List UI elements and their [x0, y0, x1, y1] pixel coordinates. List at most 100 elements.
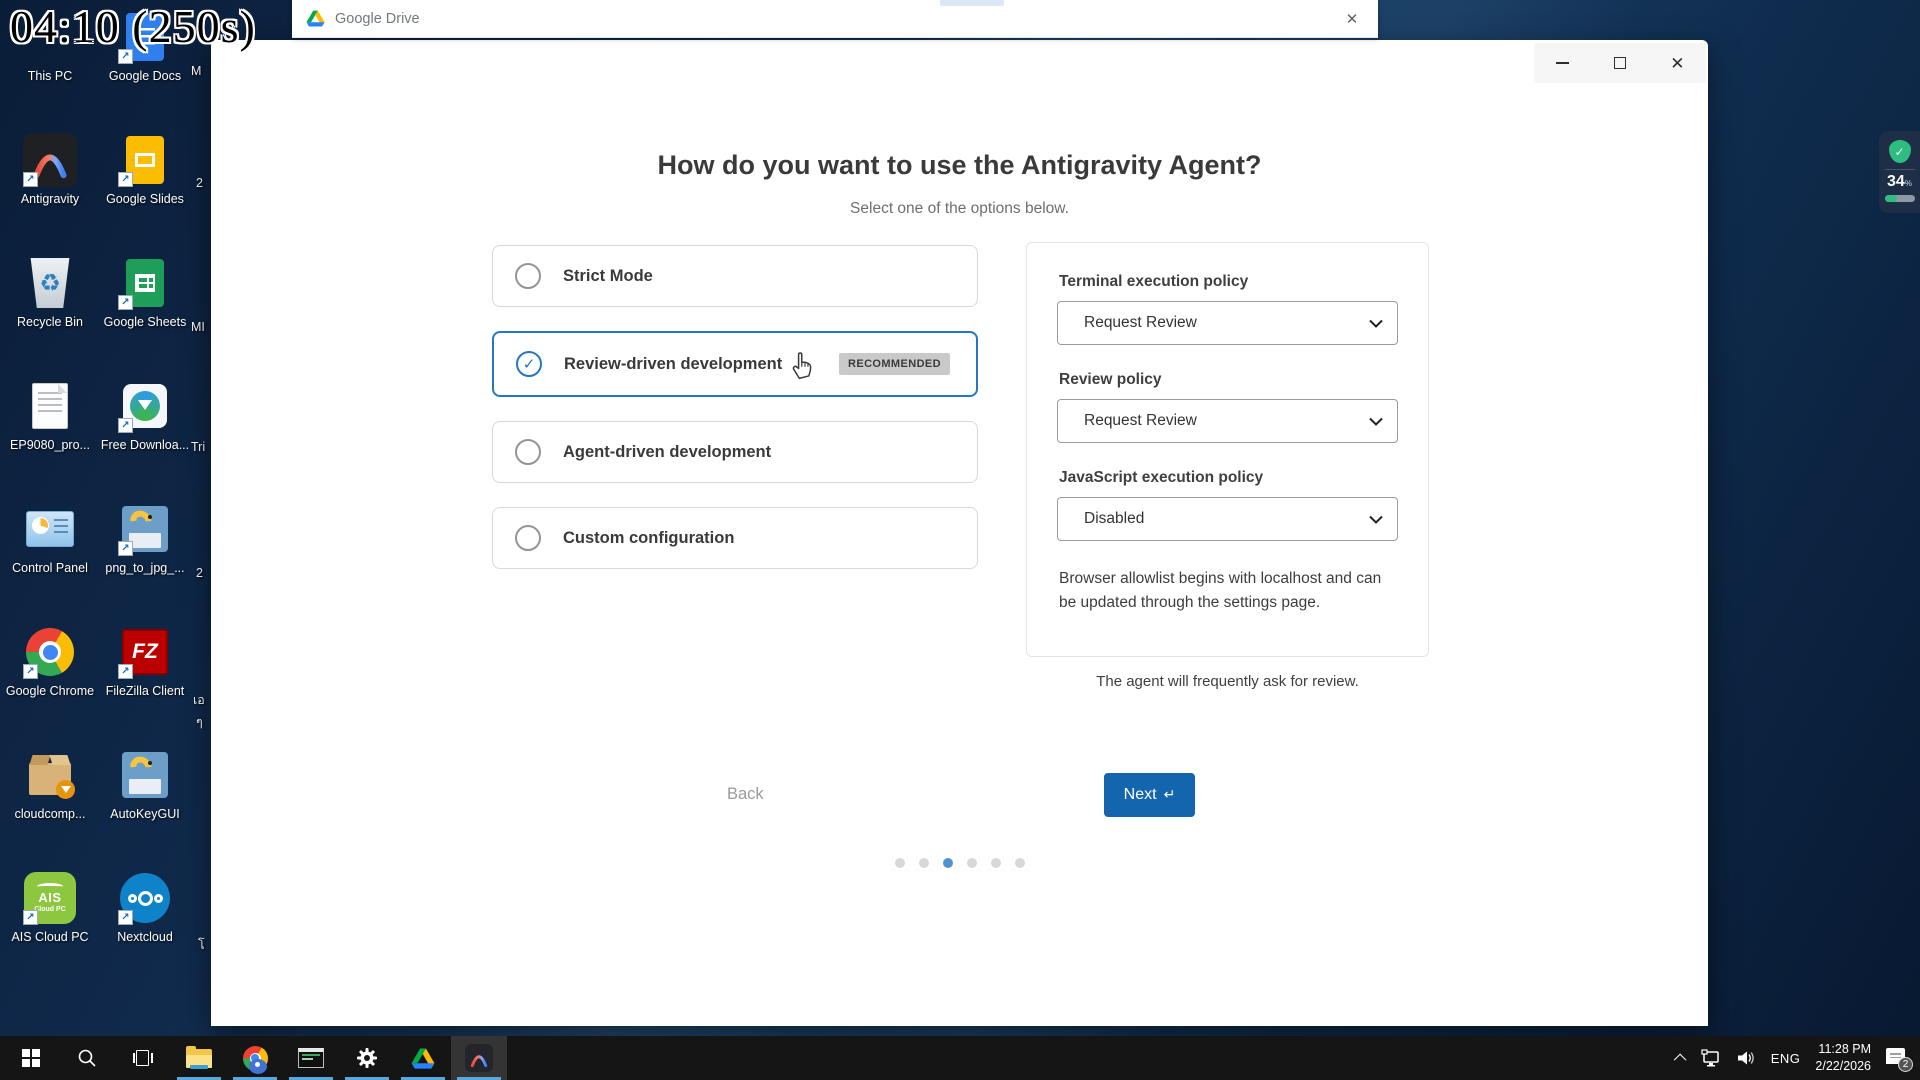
taskbar-google-drive-button[interactable]	[395, 1036, 451, 1080]
review-frequency-note: The agent will frequently ask for review…	[1026, 673, 1429, 690]
option-card-agent-driven-development[interactable]: Agent-driven development	[492, 421, 978, 483]
review-policy-select[interactable]: Request Review	[1057, 399, 1398, 443]
desktop-icon-control-panel[interactable]: Control Panel	[4, 500, 96, 577]
desktop-icon-filezilla-client[interactable]: FZ↗FileZilla Client	[99, 623, 191, 700]
toast-app-name: Google Drive	[335, 11, 420, 27]
mode-options-list: Strict Mode ✓ Review-driven development REC…	[492, 245, 978, 569]
desktop-icon-google-chrome[interactable]: ↗Google Chrome	[4, 623, 96, 700]
chevron-down-icon	[1369, 319, 1383, 328]
volume-icon[interactable]	[1736, 1049, 1756, 1067]
desktop-icon-free-downloa-[interactable]: ↗Free Downloa...	[99, 377, 191, 454]
close-button[interactable]: ✕	[1649, 43, 1706, 83]
desktop-icon-google-slides[interactable]: ↗Google Slides	[99, 131, 191, 208]
option-label: Review-driven development	[564, 355, 782, 374]
radio-checked-icon[interactable]: ✓	[516, 351, 542, 377]
next-button[interactable]: Next ↵	[1104, 773, 1195, 817]
recommended-badge: RECOMMENDED	[839, 353, 950, 375]
hidden-desktop-label-fragment: MI	[191, 320, 205, 334]
hidden-desktop-label-fragment: 2	[196, 176, 203, 190]
shortcut-arrow-icon: ↗	[118, 295, 133, 310]
step-dot-6	[1015, 858, 1025, 868]
file-explorer-icon	[186, 1049, 212, 1068]
fdm-icon: ↗	[116, 377, 174, 435]
allowlist-note: Browser allowlist begins with localhost …	[1059, 567, 1396, 615]
box-icon	[21, 746, 79, 804]
desktop-icon-label: Google Chrome	[6, 684, 94, 700]
recycle-icon: ♻	[21, 254, 79, 312]
desktop-icon-google-sheets[interactable]: ↗Google Sheets	[99, 254, 191, 331]
step-dot-2	[919, 858, 929, 868]
javascript-execution-policy-label: JavaScript execution policy	[1059, 469, 1396, 487]
desktop-icon-ais-cloud-pc[interactable]: AISCloud PC↗AIS Cloud PC	[4, 869, 96, 946]
option-card-strict-mode[interactable]: Strict Mode	[492, 245, 978, 307]
desktop-icon-ep9080-pro-[interactable]: EP9080_pro...	[4, 377, 96, 454]
gsheets-icon: ↗	[116, 254, 174, 312]
enter-key-icon: ↵	[1164, 787, 1176, 803]
review-policy-label: Review policy	[1059, 371, 1396, 389]
docfile-icon	[21, 377, 79, 435]
task-view-icon	[133, 1050, 153, 1066]
antigravity-icon	[465, 1044, 493, 1072]
python-icon	[116, 746, 174, 804]
window-controls: ✕	[1534, 43, 1706, 83]
desktop-icon-recycle-bin[interactable]: ♻ Recycle Bin	[4, 254, 96, 331]
javascript-execution-policy-select[interactable]: Disabled	[1057, 497, 1398, 541]
taskbar-chrome-button[interactable]	[227, 1036, 283, 1080]
radio-icon[interactable]	[515, 439, 541, 465]
clock-date: 2/22/2026	[1815, 1058, 1871, 1075]
terminal-execution-policy-select[interactable]: Request Review	[1057, 301, 1398, 345]
taskbar-file-explorer-button[interactable]	[171, 1036, 227, 1080]
taskbar-start-button[interactable]	[3, 1036, 59, 1080]
option-card-custom-configuration[interactable]: Custom configuration	[492, 507, 978, 569]
option-card-review-driven-development[interactable]: ✓ Review-driven development RECOMMENDED	[492, 331, 978, 397]
desktop-icon-antigravity[interactable]: ↗Antigravity	[4, 131, 96, 208]
desktop-icon-label: Recycle Bin	[17, 315, 83, 331]
hidden-desktop-label-fragment: เอ	[193, 690, 205, 710]
notification-center-icon[interactable]: 2	[1886, 1048, 1908, 1068]
desktop-icon-label: cloudcomp...	[15, 807, 86, 823]
wizard-step-dots	[211, 858, 1708, 868]
input-language-indicator[interactable]: ENG	[1771, 1051, 1801, 1066]
taskbar-search-button[interactable]	[59, 1036, 115, 1080]
taskbar-taskview-button[interactable]	[115, 1036, 171, 1080]
select-value: Request Review	[1084, 412, 1197, 430]
radio-icon[interactable]	[515, 263, 541, 289]
shortcut-arrow-icon: ↗	[118, 910, 133, 925]
radio-icon[interactable]	[515, 525, 541, 551]
desktop-icon-png-to-jpg-[interactable]: ↗png_to_jpg_...	[99, 500, 191, 577]
security-widget[interactable]: ✓ 34%	[1879, 131, 1920, 213]
network-icon[interactable]	[1701, 1049, 1721, 1067]
widget-progress-bar	[1885, 195, 1915, 202]
desktop-icon-label: FileZilla Client	[106, 684, 185, 700]
ncloud-icon: ↗	[116, 869, 174, 927]
desktop-icon-label: Control Panel	[12, 561, 88, 577]
option-label: Custom configuration	[563, 529, 734, 548]
taskbar-clock[interactable]: 11:28 PM 2/22/2026	[1815, 1041, 1871, 1075]
desktop-icon-cloudcomp-[interactable]: cloudcomp...	[4, 746, 96, 823]
mouse-cursor-hand	[789, 348, 815, 380]
chevron-down-icon	[1369, 417, 1383, 426]
gslides-icon: ↗	[116, 131, 174, 189]
desktop-icon-nextcloud[interactable]: ↗Nextcloud	[99, 869, 191, 946]
google-drive-icon	[306, 10, 325, 27]
back-button[interactable]: Back	[727, 785, 764, 804]
clock-time: 11:28 PM	[1815, 1041, 1871, 1058]
taskbar: ENG 11:28 PM 2/22/2026 2	[0, 1036, 1920, 1080]
shield-check-icon: ✓	[1889, 140, 1911, 163]
search-icon	[77, 1048, 97, 1068]
toast-close-icon[interactable]: ✕	[1340, 7, 1364, 31]
taskbar-settings-button[interactable]	[339, 1036, 395, 1080]
terminal-execution-policy-label: Terminal execution policy	[1059, 273, 1396, 291]
select-value: Disabled	[1084, 510, 1144, 528]
taskbar-antigravity-button[interactable]	[451, 1036, 507, 1080]
maximize-button[interactable]	[1591, 43, 1648, 83]
google-drive-toast[interactable]: Google Drive ✕	[292, 0, 1378, 38]
tray-chevron-up-icon[interactable]	[1677, 1054, 1686, 1063]
taskbar-terminal-button[interactable]	[283, 1036, 339, 1080]
desktop-icon-label: Antigravity	[21, 192, 79, 208]
option-label: Agent-driven development	[563, 443, 771, 462]
desktop-icon-autokeygui[interactable]: AutoKeyGUI	[99, 746, 191, 823]
windows-logo-icon	[22, 1049, 40, 1067]
minimize-button[interactable]	[1534, 43, 1591, 83]
timer-overlay: 04:10 (250s)	[10, 0, 256, 53]
